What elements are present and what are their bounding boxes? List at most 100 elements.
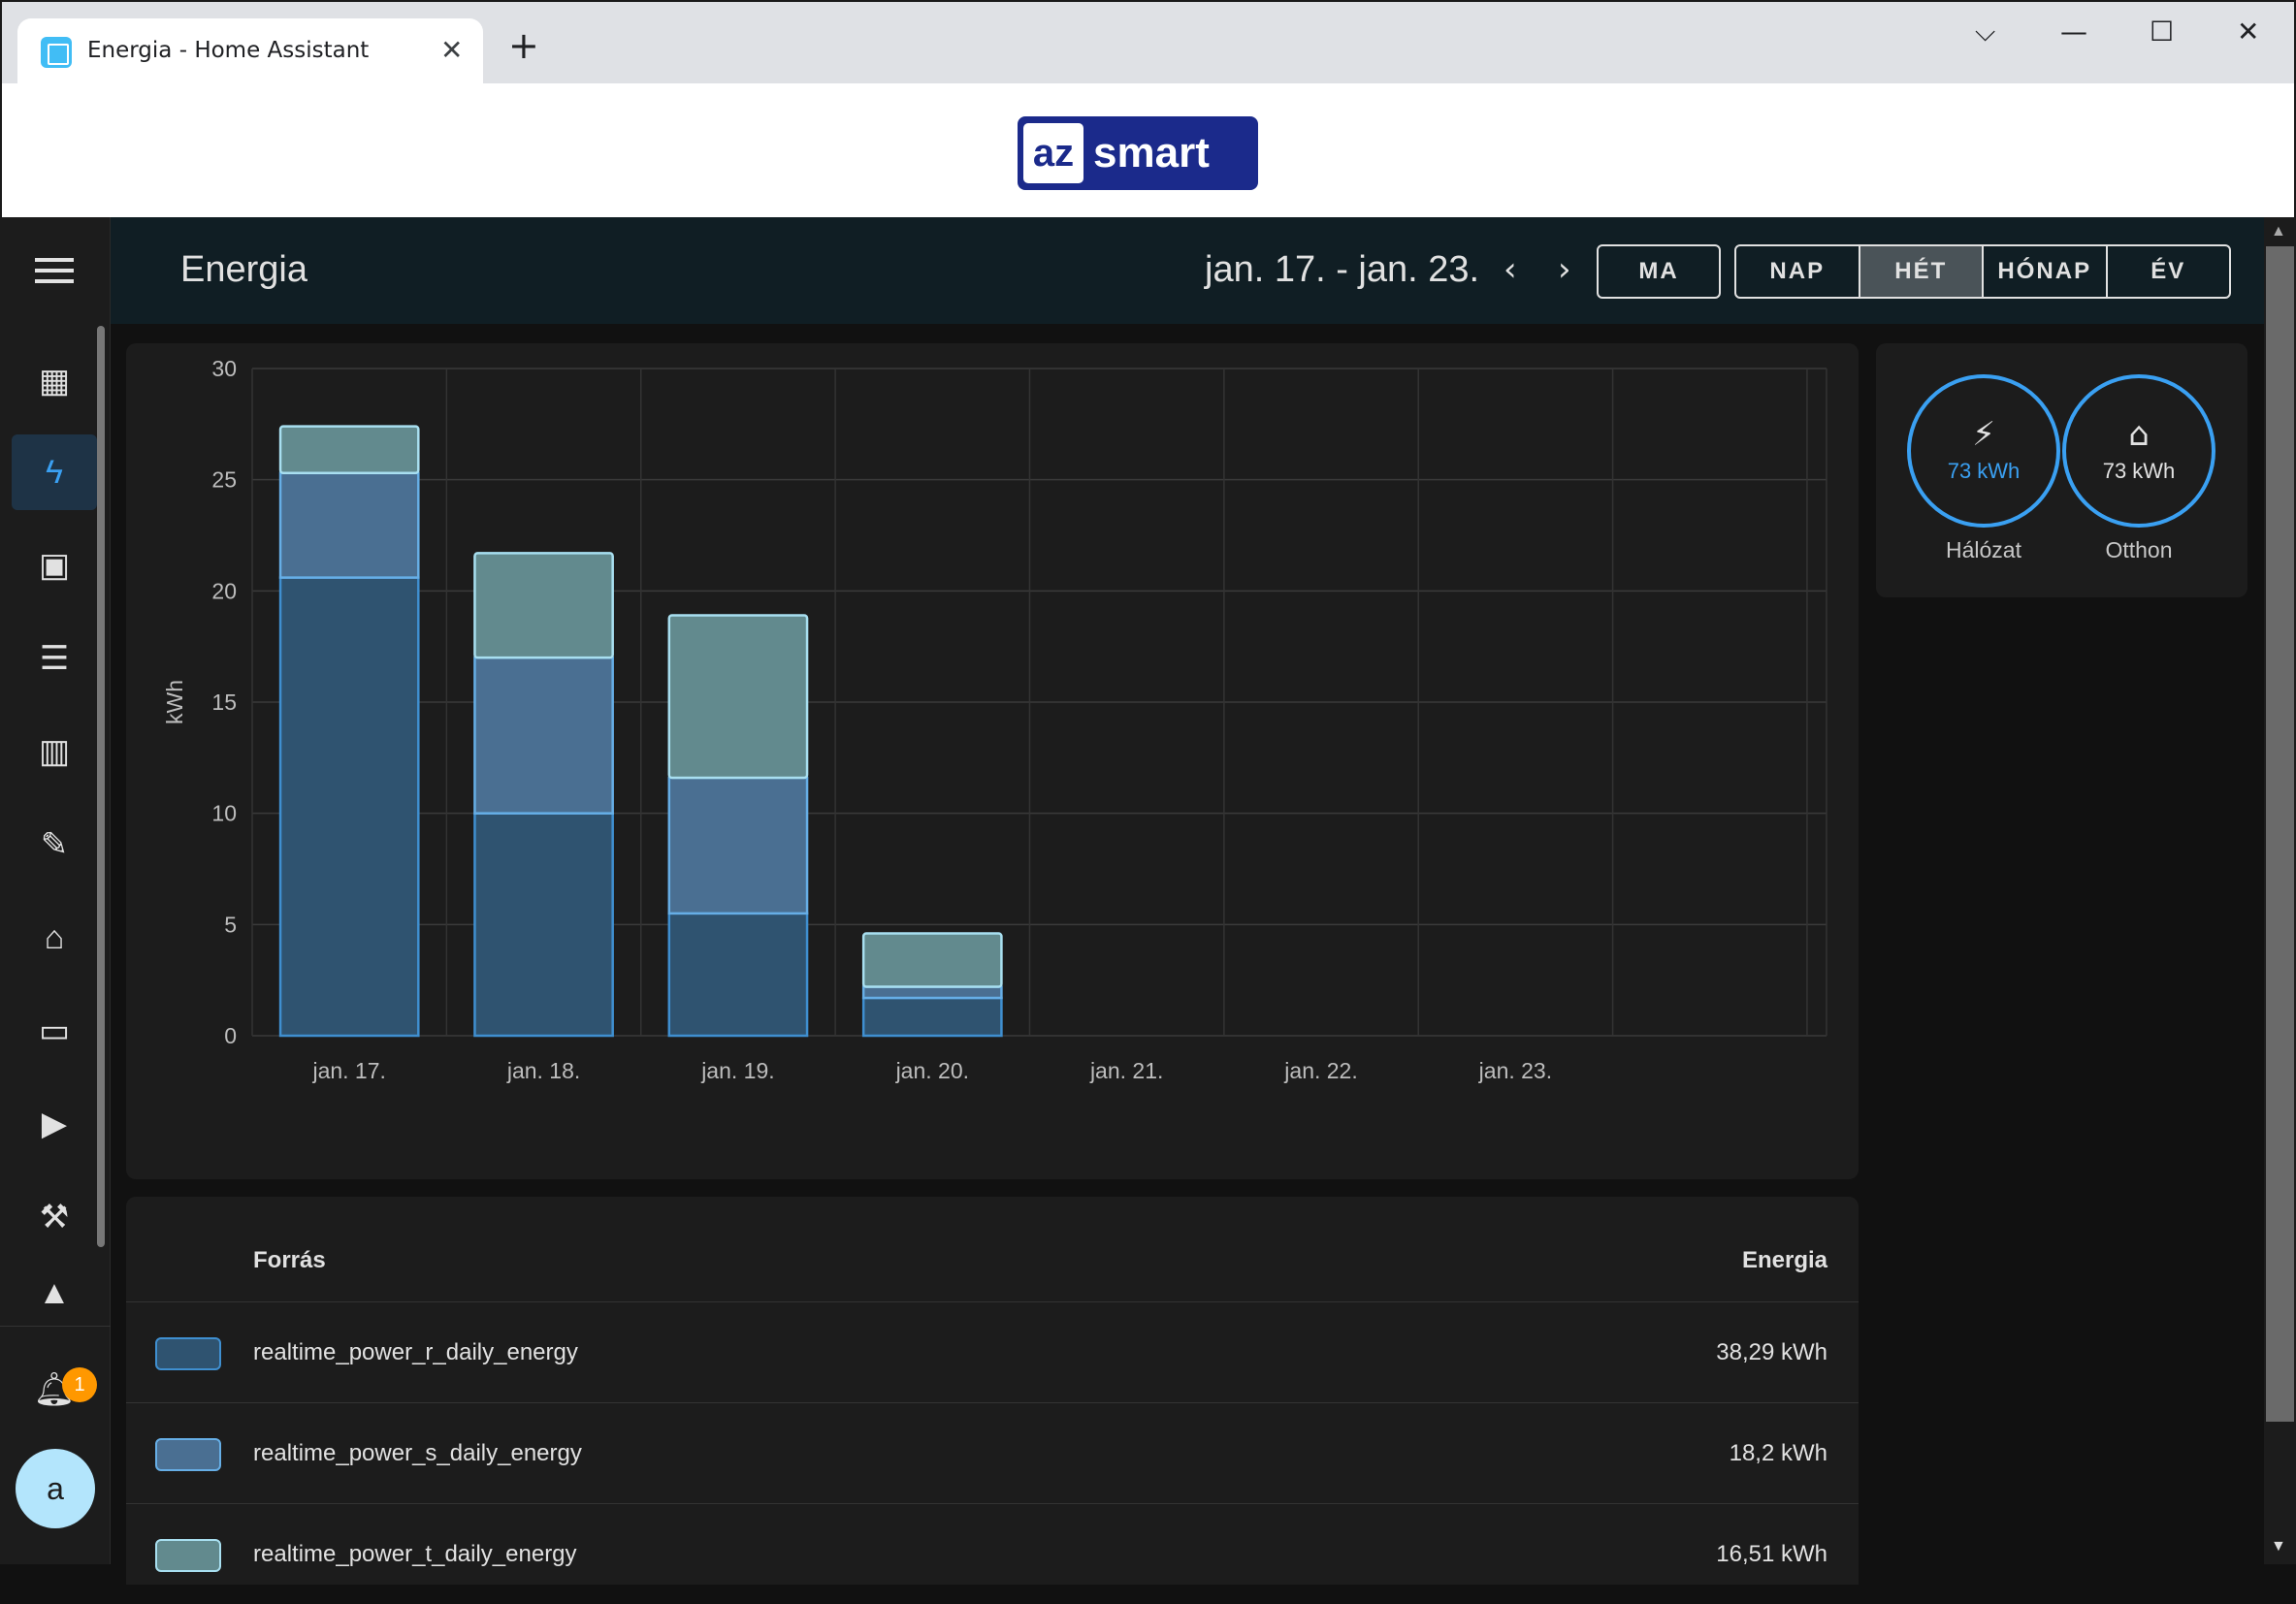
sidebar-scrollbar[interactable] [97, 326, 105, 1247]
person-card-icon: ▣ [38, 547, 71, 584]
maximize-button[interactable]: ☐ [2150, 16, 2174, 48]
minimize-button[interactable]: — [2060, 16, 2087, 48]
y-tick-label: 15 [211, 690, 237, 715]
sidebar-item-developer[interactable]: ⚒ [12, 1179, 97, 1255]
bar-segment-realtime_power_s_daily_energy [861, 985, 1003, 1000]
user-avatar[interactable]: a [16, 1449, 95, 1528]
date-range: jan. 17. - jan. 23. [1205, 249, 1480, 290]
sidebar-item-logbook[interactable]: ☰ [12, 621, 97, 696]
x-tick-label: jan. 23. [1478, 1058, 1552, 1083]
close-window-button[interactable]: ✕ [2237, 16, 2259, 48]
y-tick-label: 30 [211, 356, 237, 381]
sidebar-item-hacs[interactable]: ⌂ [12, 900, 97, 976]
bar-segment-realtime_power_r_daily_energy [278, 576, 420, 1038]
energy-sources-table: Forrás Energia realtime_power_r_daily_en… [126, 1197, 1859, 1585]
y-axis-label: kWh [162, 680, 187, 724]
column-header-energy: Energia [1741, 1247, 1827, 1273]
browser-tab[interactable]: Energia - Home Assistant ✕ [17, 18, 483, 86]
home-assistant-app: ▦ ϟ ▣ ☰ ▥ ✎ ⌂ ▭ ▶ ⚒ ▲ 🔔︎ 1 a Energia jan. 17. - ja… [0, 217, 2296, 1585]
transmission-tower-icon: ⚡ [1972, 415, 1995, 454]
grid-label: Hálózat [1946, 537, 2021, 562]
energy-distribution-card: ⚡ 73 kWh Hálózat ⌂ 73 kWh Otthon [1876, 343, 2247, 597]
bar-segment-realtime_power_r_daily_energy [473, 812, 614, 1038]
hammer-icon: ⚒ [39, 1199, 70, 1235]
header: Energia jan. 17. - jan. 23. ‹ › MA NAP HÉ… [111, 217, 2264, 324]
source-name: realtime_power_s_daily_energy [253, 1440, 582, 1466]
bar-segment-realtime_power_s_daily_energy [473, 656, 614, 815]
tab-title: Energia - Home Assistant [87, 38, 370, 63]
new-tab-button[interactable]: + [508, 27, 539, 64]
sidebar-item-tools[interactable]: ✎ [12, 807, 97, 882]
terminal-icon: ▭ [38, 1012, 71, 1049]
bar-segment-realtime_power_s_daily_energy [278, 471, 420, 579]
bar-segment-realtime_power_t_daily_energy [278, 425, 420, 475]
wrench-icon: ✎ [40, 826, 69, 863]
home-label: Otthon [2105, 537, 2173, 562]
period-toggle: NAP HÉT HÓNAP ÉV [1734, 244, 2231, 299]
y-tick-label: 5 [224, 912, 237, 937]
media-icon: ▶ [41, 1106, 68, 1142]
tab-search-chevron-icon[interactable]: ⌵ [1975, 16, 1995, 48]
series-color-swatch [155, 1337, 221, 1370]
grid-node[interactable]: ⚡ 73 kWh [1907, 374, 2060, 528]
grid-value: 73 kWh [1947, 459, 2021, 483]
tab-close-icon[interactable]: ✕ [440, 34, 463, 66]
bar-segment-realtime_power_r_daily_energy [667, 912, 809, 1038]
azsmart-logo: az smart [1018, 116, 1258, 190]
column-header-source: Forrás [253, 1247, 326, 1273]
bar-segment-realtime_power_s_daily_energy [667, 776, 809, 915]
series-color-swatch [155, 1539, 221, 1572]
list-icon: ☰ [39, 640, 70, 677]
prev-period-button[interactable]: ‹ [1504, 250, 1517, 289]
scroll-down-arrow-icon[interactable]: ▼ [2271, 1538, 2286, 1556]
sidebar-item-map[interactable]: ▣ [12, 528, 97, 603]
scroll-up-arrow-icon[interactable]: ▲ [2271, 223, 2286, 241]
y-tick-label: 10 [211, 801, 237, 826]
home-assistant-favicon-icon [41, 37, 72, 68]
browser-titlebar: Energia - Home Assistant ✕ + ⌵ — ☐ ✕ [0, 0, 2296, 86]
today-button[interactable]: MA [1597, 244, 1721, 299]
next-period-button[interactable]: › [1558, 250, 1571, 289]
x-tick-label: jan. 22. [1283, 1058, 1357, 1083]
series-color-swatch [155, 1438, 221, 1471]
page-scrollbar-thumb[interactable] [2266, 246, 2294, 1422]
x-tick-label: jan. 21. [1089, 1058, 1163, 1083]
period-button-0[interactable]: NAP [1736, 246, 1860, 297]
x-tick-label: jan. 19. [700, 1058, 774, 1083]
source-energy-value: 38,29 kWh [1716, 1339, 1827, 1365]
page-title: Energia [180, 249, 307, 290]
sidebar-item-history[interactable]: ▥ [12, 714, 97, 789]
home-icon: ⌂ [2128, 415, 2150, 454]
table-row: realtime_power_t_daily_energy 16,51 kWh [126, 1503, 1859, 1604]
sidebar-item-more[interactable]: ▲ [12, 1255, 97, 1331]
source-energy-value: 18,2 kWh [1729, 1440, 1827, 1466]
sidebar-item-energy[interactable]: ϟ [12, 434, 97, 510]
sidebar-item-terminal[interactable]: ▭ [12, 993, 97, 1069]
home-value: 73 kWh [2102, 459, 2176, 483]
car-icon: ▲ [38, 1273, 71, 1311]
table-row: realtime_power_r_daily_energy 38,29 kWh [126, 1301, 1859, 1402]
dashboard-icon: ▦ [38, 363, 71, 400]
table-row: realtime_power_s_daily_energy 18,2 kWh [126, 1402, 1859, 1503]
x-tick-label: jan. 18. [506, 1058, 580, 1083]
x-tick-label: jan. 17. [311, 1058, 385, 1083]
sidebar-item-media[interactable]: ▶ [12, 1086, 97, 1162]
sidebar-item-overview[interactable]: ▦ [12, 343, 97, 419]
y-tick-label: 25 [211, 467, 237, 493]
bar-chart-icon: ▥ [38, 733, 71, 770]
period-button-1[interactable]: HÉT [1859, 246, 1984, 297]
home-node[interactable]: ⌂ 73 kWh [2062, 374, 2215, 528]
logo-az-text: az [1023, 123, 1083, 183]
bar-segment-realtime_power_t_daily_energy [473, 552, 614, 659]
x-tick-label: jan. 20. [895, 1058, 969, 1083]
bar-segment-realtime_power_r_daily_energy [861, 996, 1003, 1038]
menu-hamburger-icon[interactable] [35, 258, 74, 287]
period-button-2[interactable]: HÓNAP [1984, 246, 2108, 297]
y-tick-label: 0 [224, 1023, 237, 1048]
brand-bar: az smart [0, 83, 2296, 217]
period-button-3[interactable]: ÉV [2108, 246, 2230, 297]
energy-usage-chart-card: 0 5 10 15 20 25 30 kWh jan. 17. jan. 18. jan. 19. j… [126, 343, 1859, 1179]
sidebar: ▦ ϟ ▣ ☰ ▥ ✎ ⌂ ▭ ▶ ⚒ ▲ 🔔︎ 1 a [0, 217, 111, 1564]
logo-smart-text: smart [1093, 129, 1210, 176]
notification-badge: 1 [62, 1367, 97, 1402]
